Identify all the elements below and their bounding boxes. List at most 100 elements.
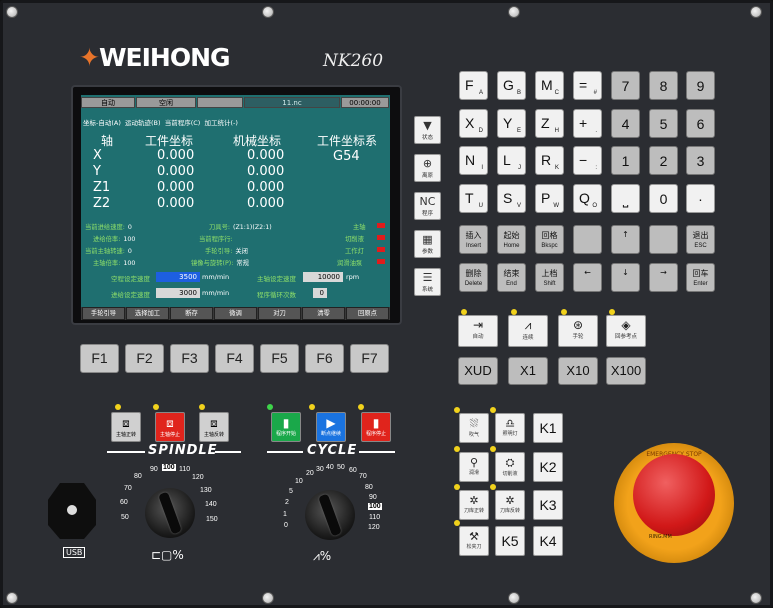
func-key-func_row2-2[interactable]: 上档 Shift (535, 263, 564, 292)
key-p[interactable]: PW (535, 184, 564, 213)
softkey-7[interactable]: 回原点 (346, 307, 389, 320)
key-z[interactable]: ZH (535, 109, 564, 138)
spindle-stop-button[interactable]: ⧈ 主轴停止 (155, 412, 185, 442)
k4-button[interactable]: K4 (533, 526, 563, 556)
func-key-func_row1-4[interactable]: ↑ (611, 225, 640, 254)
softkey-3[interactable]: 断存 (170, 307, 213, 320)
f1-key[interactable]: F1 (80, 344, 119, 373)
key-t[interactable]: TU (459, 184, 488, 213)
k5-button[interactable]: K5 (495, 526, 525, 556)
key-num-0[interactable]: 7 (611, 71, 640, 100)
k3-button[interactable]: K3 (533, 490, 563, 520)
menu-coord[interactable]: 坐标-自动(A) (83, 119, 121, 127)
lubricate-button[interactable]: ⚲ 润滑 (459, 452, 489, 482)
cycle-count-input[interactable]: 0 (313, 288, 327, 298)
key-s[interactable]: SV (497, 184, 526, 213)
x1-button[interactable]: X1 (508, 357, 548, 385)
air-blow-button[interactable]: ⛆ 吹气 (459, 413, 489, 443)
key-num-5[interactable]: 6 (686, 109, 715, 138)
key-+[interactable]: +. (573, 109, 602, 138)
func-key-func_row2-6[interactable]: 回车 Enter (686, 263, 715, 292)
k1-button[interactable]: K1 (533, 413, 563, 443)
menu-path[interactable]: 运动轨迹(B) (125, 119, 161, 127)
key-r[interactable]: RK (535, 146, 564, 175)
f3-key[interactable]: F3 (170, 344, 209, 373)
key-num-6[interactable]: 1 (611, 146, 640, 175)
spindle-forward-button[interactable]: ⧈ 主轴正转 (111, 412, 141, 442)
system-page-button[interactable]: ☰ 系统 (414, 268, 441, 296)
softkey-4[interactable]: 微调 (214, 307, 257, 320)
spindle-override-knob[interactable] (145, 488, 195, 538)
softkey-1[interactable]: 手轮引导 (82, 307, 125, 320)
key-num-11[interactable]: · (686, 184, 715, 213)
handwheel-mode-button[interactable]: ⊛ 手轮 (558, 315, 598, 347)
program-page-button[interactable]: NC 程序 (414, 192, 441, 220)
feed-speed-input[interactable]: 3000 (156, 288, 200, 298)
softkey-6[interactable]: 清零 (302, 307, 345, 320)
cycle-stop-button[interactable]: ▮ 程序停止 (361, 412, 391, 442)
idle-speed-input[interactable]: 3500 (156, 272, 200, 282)
key-q[interactable]: QO (573, 184, 602, 213)
func-key-func_row2-1[interactable]: 结束 End (497, 263, 526, 292)
tool-clamp-button[interactable]: ⚒ 松夹刀 (459, 526, 489, 556)
key-num-10[interactable]: 0 (649, 184, 678, 213)
cycle-resume-button[interactable]: ▶ 断点继续 (316, 412, 346, 442)
func-key-func_row1-6[interactable]: 退出 ESC (686, 225, 715, 254)
magazine-forward-button[interactable]: ✲ 刀库正转 (459, 490, 489, 520)
key-num-8[interactable]: 3 (686, 146, 715, 175)
xud-button[interactable]: XUD (458, 357, 498, 385)
f2-key[interactable]: F2 (125, 344, 164, 373)
func-key-func_row1-0[interactable]: 插入 Insert (459, 225, 488, 254)
param-page-button[interactable]: ▦ 参数 (414, 230, 441, 258)
magazine-reverse-button[interactable]: ✲ 刀库反转 (495, 490, 525, 520)
continuous-mode-button[interactable]: ⩘ 连续 (508, 315, 548, 347)
cycle-dial-mark: 1 (283, 511, 287, 518)
f6-key[interactable]: F6 (305, 344, 344, 373)
key-num-4[interactable]: 5 (649, 109, 678, 138)
menu-stats[interactable]: 加工统计(-) (204, 119, 237, 127)
func-key-func_row2-0[interactable]: 删除 Delete (459, 263, 488, 292)
key-l[interactable]: LJ (497, 146, 526, 175)
key-−[interactable]: −: (573, 146, 602, 175)
work-lamp-button[interactable]: ♎ 照明灯 (495, 413, 525, 443)
status-page-button[interactable]: ▼ 状态 (414, 116, 441, 144)
func-key-func_row2-3[interactable]: ← (573, 263, 602, 292)
func-key-func_row1-3[interactable] (573, 225, 602, 254)
func-key-func_row1-5[interactable] (649, 225, 678, 254)
key-n[interactable]: NI (459, 146, 488, 175)
origin-page-button[interactable]: ⊕ 离原 (414, 154, 441, 182)
usb-cover-knob[interactable] (48, 483, 96, 539)
x10-button[interactable]: X10 (558, 357, 598, 385)
func-key-func_row1-2[interactable]: 回格 Bkspc (535, 225, 564, 254)
emergency-stop-button[interactable] (633, 454, 715, 536)
cycle-start-button[interactable]: ▮ 程序开始 (271, 412, 301, 442)
feed-override-knob[interactable] (305, 490, 355, 540)
coolant-button[interactable]: ⛭ 切削液 (495, 452, 525, 482)
func-key-func_row1-1[interactable]: 起始 Home (497, 225, 526, 254)
key-g[interactable]: GB (497, 71, 526, 100)
spindle-set-input[interactable]: 10000 (303, 272, 343, 282)
f4-key[interactable]: F4 (215, 344, 254, 373)
key-num-2[interactable]: 9 (686, 71, 715, 100)
key-num-7[interactable]: 2 (649, 146, 678, 175)
home-mode-button[interactable]: ◈ 回参考点 (606, 315, 646, 347)
spindle-reverse-button[interactable]: ⧈ 主轴反转 (199, 412, 229, 442)
f5-key[interactable]: F5 (260, 344, 299, 373)
key-num-3[interactable]: 4 (611, 109, 640, 138)
f7-key[interactable]: F7 (350, 344, 389, 373)
x100-button[interactable]: X100 (606, 357, 646, 385)
key-f[interactable]: FA (459, 71, 488, 100)
auto-mode-button[interactable]: ⇥ 自动 (458, 315, 498, 347)
softkey-5[interactable]: 对刀 (258, 307, 301, 320)
menu-program[interactable]: 当前程序(C) (165, 119, 201, 127)
key-m[interactable]: MC (535, 71, 564, 100)
softkey-2[interactable]: 选择加工 (126, 307, 169, 320)
func-key-func_row2-4[interactable]: ↓ (611, 263, 640, 292)
key-x[interactable]: XD (459, 109, 488, 138)
key-y[interactable]: YE (497, 109, 526, 138)
func-key-func_row2-5[interactable]: → (649, 263, 678, 292)
k2-button[interactable]: K2 (533, 452, 563, 482)
key-num-1[interactable]: 8 (649, 71, 678, 100)
key-=[interactable]: = # (573, 71, 602, 100)
key-num-9[interactable]: ⎵ (611, 184, 640, 213)
